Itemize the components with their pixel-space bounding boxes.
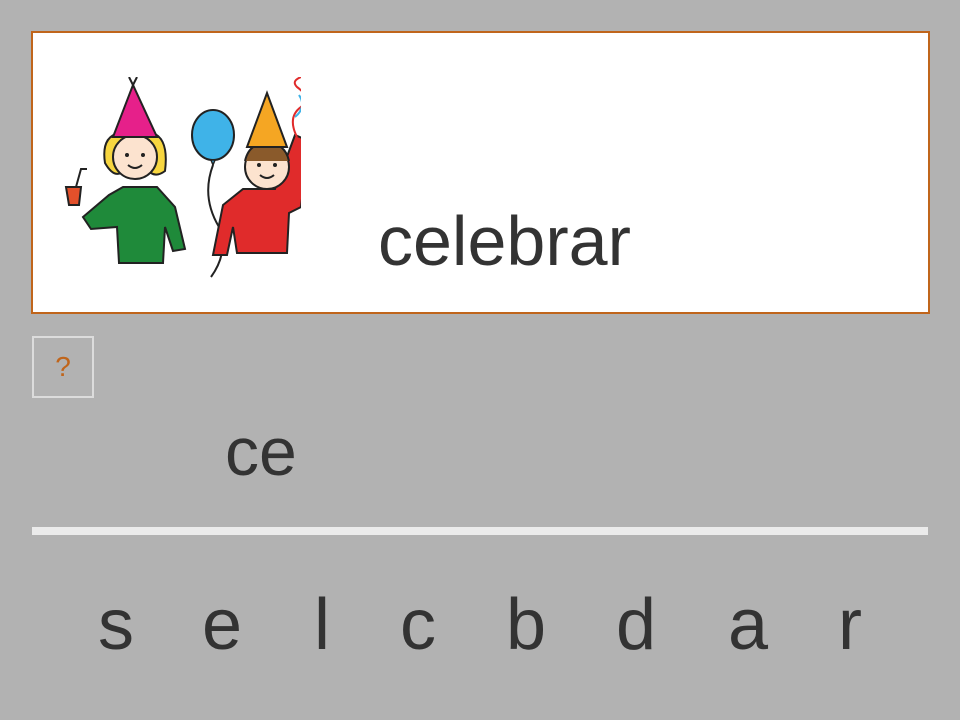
card-word: celebrar [378,202,631,280]
letter-tile[interactable]: b [474,585,578,665]
letter-tile[interactable]: d [584,585,688,665]
word-card: celebrar [31,31,930,314]
letter-tile[interactable]: s [64,585,168,665]
hint-button[interactable]: ? [32,336,94,398]
letter-tile[interactable]: l [270,585,374,665]
letter-tile[interactable]: a [696,585,800,665]
letter-choices: s e l c b d a r [64,585,904,665]
letter-tile[interactable]: r [798,585,902,665]
answer-text: ce [225,414,297,490]
letter-tile[interactable]: c [366,585,470,665]
letter-tile[interactable]: e [170,585,274,665]
divider [32,527,928,535]
